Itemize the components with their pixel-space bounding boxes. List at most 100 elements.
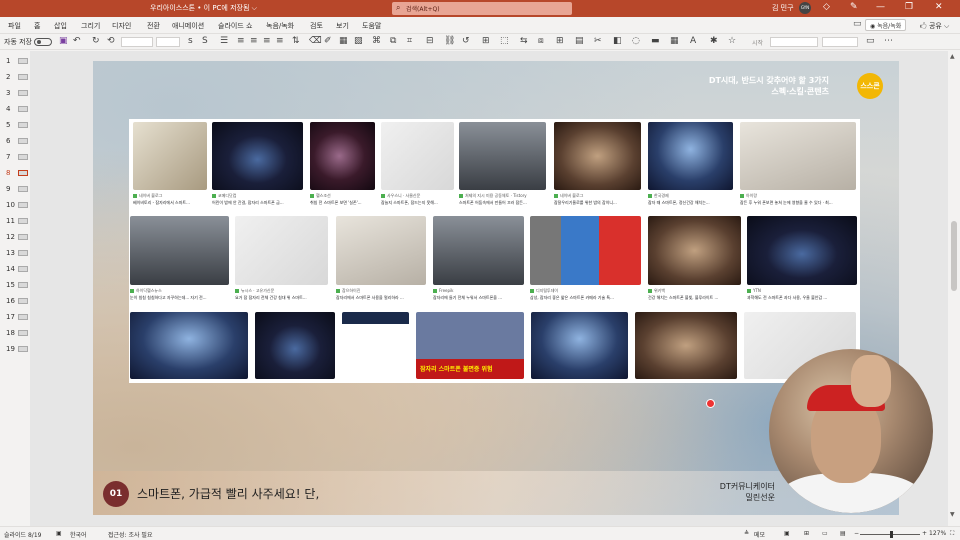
crop-icon[interactable]: ⌗	[407, 36, 412, 46]
scroll-up-icon[interactable]: ▲	[950, 53, 955, 60]
thumbnail-18[interactable]: 18	[3, 329, 29, 338]
preview-icon[interactable]: ▭	[866, 36, 875, 46]
group-icon[interactable]: ⌘	[372, 36, 381, 46]
search-box[interactable]: ⌕ 검색(Alt+Q)	[392, 2, 572, 15]
save-icon[interactable]: ▣	[59, 36, 68, 46]
thumbnail-10[interactable]: 10	[3, 201, 29, 210]
thumbnail-11[interactable]: 11	[3, 217, 29, 226]
scrollbar-thumb[interactable]	[951, 221, 957, 291]
tab-review[interactable]: 검토	[310, 21, 323, 31]
tab-help[interactable]: 도움말	[362, 21, 381, 31]
grid-icon[interactable]: ▦	[670, 36, 679, 46]
slide-caption[interactable]: 스마트폰, 가급적 빨리 사주세요! 단,	[137, 485, 319, 502]
thumbnail-4[interactable]: 4	[3, 105, 29, 114]
shadow-icon[interactable]: ꜱ	[188, 36, 193, 46]
fit-slide-icon[interactable]: ⛶	[950, 530, 954, 538]
thumbnail-8-active[interactable]: 8	[3, 169, 29, 178]
image-icon[interactable]: ▧	[354, 36, 363, 46]
distribute-icon[interactable]: ⇆	[520, 36, 528, 46]
align-icon[interactable]: ⊟	[426, 36, 434, 46]
star-outline-icon[interactable]: ☆	[728, 36, 736, 46]
justify-icon[interactable]: ≡	[276, 36, 284, 46]
tab-animations[interactable]: 애니메이션	[172, 21, 204, 31]
scroll-down-icon[interactable]: ▼	[950, 511, 955, 518]
select-icon[interactable]: ⬚	[500, 36, 509, 46]
thumbnail-19[interactable]: 19	[3, 345, 29, 354]
spellcheck-icon[interactable]: ▣	[56, 530, 62, 537]
font-size-select[interactable]	[156, 37, 180, 47]
thumbnail-13[interactable]: 13	[3, 249, 29, 258]
align-right-icon[interactable]: ≡	[263, 36, 271, 46]
thumbnail-6[interactable]: 6	[3, 137, 29, 146]
star-icon[interactable]: ✱	[710, 36, 718, 46]
thumbnail-15[interactable]: 15	[3, 281, 29, 290]
repeat-icon[interactable]: ⟲	[107, 36, 115, 46]
notes-button[interactable]: 메모	[754, 530, 765, 539]
accessibility-status[interactable]: 접근성: 조사 필요	[108, 530, 152, 539]
reading-view-icon[interactable]: ▭	[822, 530, 828, 537]
slide-sorter-icon[interactable]: ⊞	[804, 530, 809, 537]
brush-icon[interactable]: ✐	[324, 36, 332, 46]
thumbnail-12[interactable]: 12	[3, 233, 29, 242]
redo-icon[interactable]: ↻	[92, 36, 100, 46]
tab-transitions[interactable]: 전환	[147, 21, 160, 31]
thumbnail-2[interactable]: 2	[3, 73, 29, 82]
thumbnail-7[interactable]: 7	[3, 153, 29, 162]
thumbnail-14[interactable]: 14	[3, 265, 29, 274]
highlight-icon[interactable]: ◧	[613, 36, 622, 46]
diamond-icon[interactable]: ◇	[823, 2, 830, 12]
thumbnail-17[interactable]: 17	[3, 313, 29, 322]
pen-icon[interactable]: ✎	[850, 2, 858, 12]
maximize-icon[interactable]: ❐	[905, 2, 913, 12]
font-family-select[interactable]	[121, 37, 153, 47]
tab-record[interactable]: 녹음/녹화	[266, 21, 294, 31]
undo-icon[interactable]: ↶	[73, 36, 81, 46]
merge-icon[interactable]: ⧈	[538, 36, 544, 46]
tab-draw[interactable]: 그리기	[81, 21, 100, 31]
bullets-icon[interactable]: ☰	[220, 36, 228, 46]
thumbnail-16[interactable]: 16	[3, 297, 29, 306]
tab-design[interactable]: 디자인	[112, 21, 131, 31]
strikethrough-icon[interactable]: S	[202, 36, 208, 46]
document-title[interactable]: 우리아이스스톤 • 이 PC에 저장됨 ⌵	[150, 3, 257, 13]
overflow-icon[interactable]: ⋯	[884, 36, 893, 46]
table-icon[interactable]: ⊞	[556, 36, 564, 46]
duration-select[interactable]	[822, 37, 858, 47]
lasso-icon[interactable]: ◌	[632, 36, 640, 46]
vertical-scrollbar[interactable]: ▲ ▼	[948, 51, 960, 526]
align-center-icon[interactable]: ≡	[250, 36, 258, 46]
zoom-in-icon[interactable]: +	[922, 530, 927, 537]
zoom-level[interactable]: 127%	[929, 530, 946, 537]
thumbnail-9[interactable]: 9	[3, 185, 29, 194]
thumbnail-5[interactable]: 5	[3, 121, 29, 130]
zoom-slider-knob[interactable]	[890, 531, 893, 538]
tab-insert[interactable]: 삽입	[54, 21, 67, 31]
share-button[interactable]: 🖒 공유 ⌵	[920, 21, 949, 33]
rotate-icon[interactable]: ↺	[462, 36, 470, 46]
eraser-icon[interactable]: ⌫	[309, 36, 322, 46]
text-direction-icon[interactable]: ⇅	[292, 36, 300, 46]
layout-icon[interactable]: ⊞	[482, 36, 490, 46]
zoom-out-icon[interactable]: −	[854, 530, 859, 537]
tab-file[interactable]: 파일	[8, 21, 21, 31]
notes-icon[interactable]: ≜	[744, 530, 749, 537]
close-icon[interactable]: ✕	[935, 2, 943, 12]
image-search-screenshot[interactable]: 네이버 블로그 베이비토리 - 잠자리에서 스마트... 코메디닷컴 어린이 밤…	[129, 119, 860, 383]
minimize-icon[interactable]: —	[876, 2, 885, 12]
thumbnail-1[interactable]: 1	[3, 57, 29, 66]
language-indicator[interactable]: 한국어	[70, 530, 87, 539]
ruler-icon[interactable]: ▬	[651, 36, 660, 46]
user-name[interactable]: 김 민구	[772, 3, 794, 13]
align-left-icon[interactable]: ≡	[237, 36, 245, 46]
comments-icon[interactable]: ▭	[853, 19, 862, 29]
text-box-icon[interactable]: A	[690, 36, 696, 46]
avatar[interactable]: GYN	[799, 2, 811, 14]
start-select[interactable]	[770, 37, 818, 47]
chart-icon[interactable]: ▤	[575, 36, 584, 46]
autosave-toggle[interactable]	[34, 38, 52, 46]
tab-view[interactable]: 보기	[336, 21, 349, 31]
tab-slideshow[interactable]: 슬라이드 쇼	[218, 21, 252, 31]
arrange-icon[interactable]: ⧉	[390, 36, 396, 46]
shape-fill-icon[interactable]: ▦	[339, 36, 348, 46]
tab-home[interactable]: 홈	[34, 21, 40, 31]
